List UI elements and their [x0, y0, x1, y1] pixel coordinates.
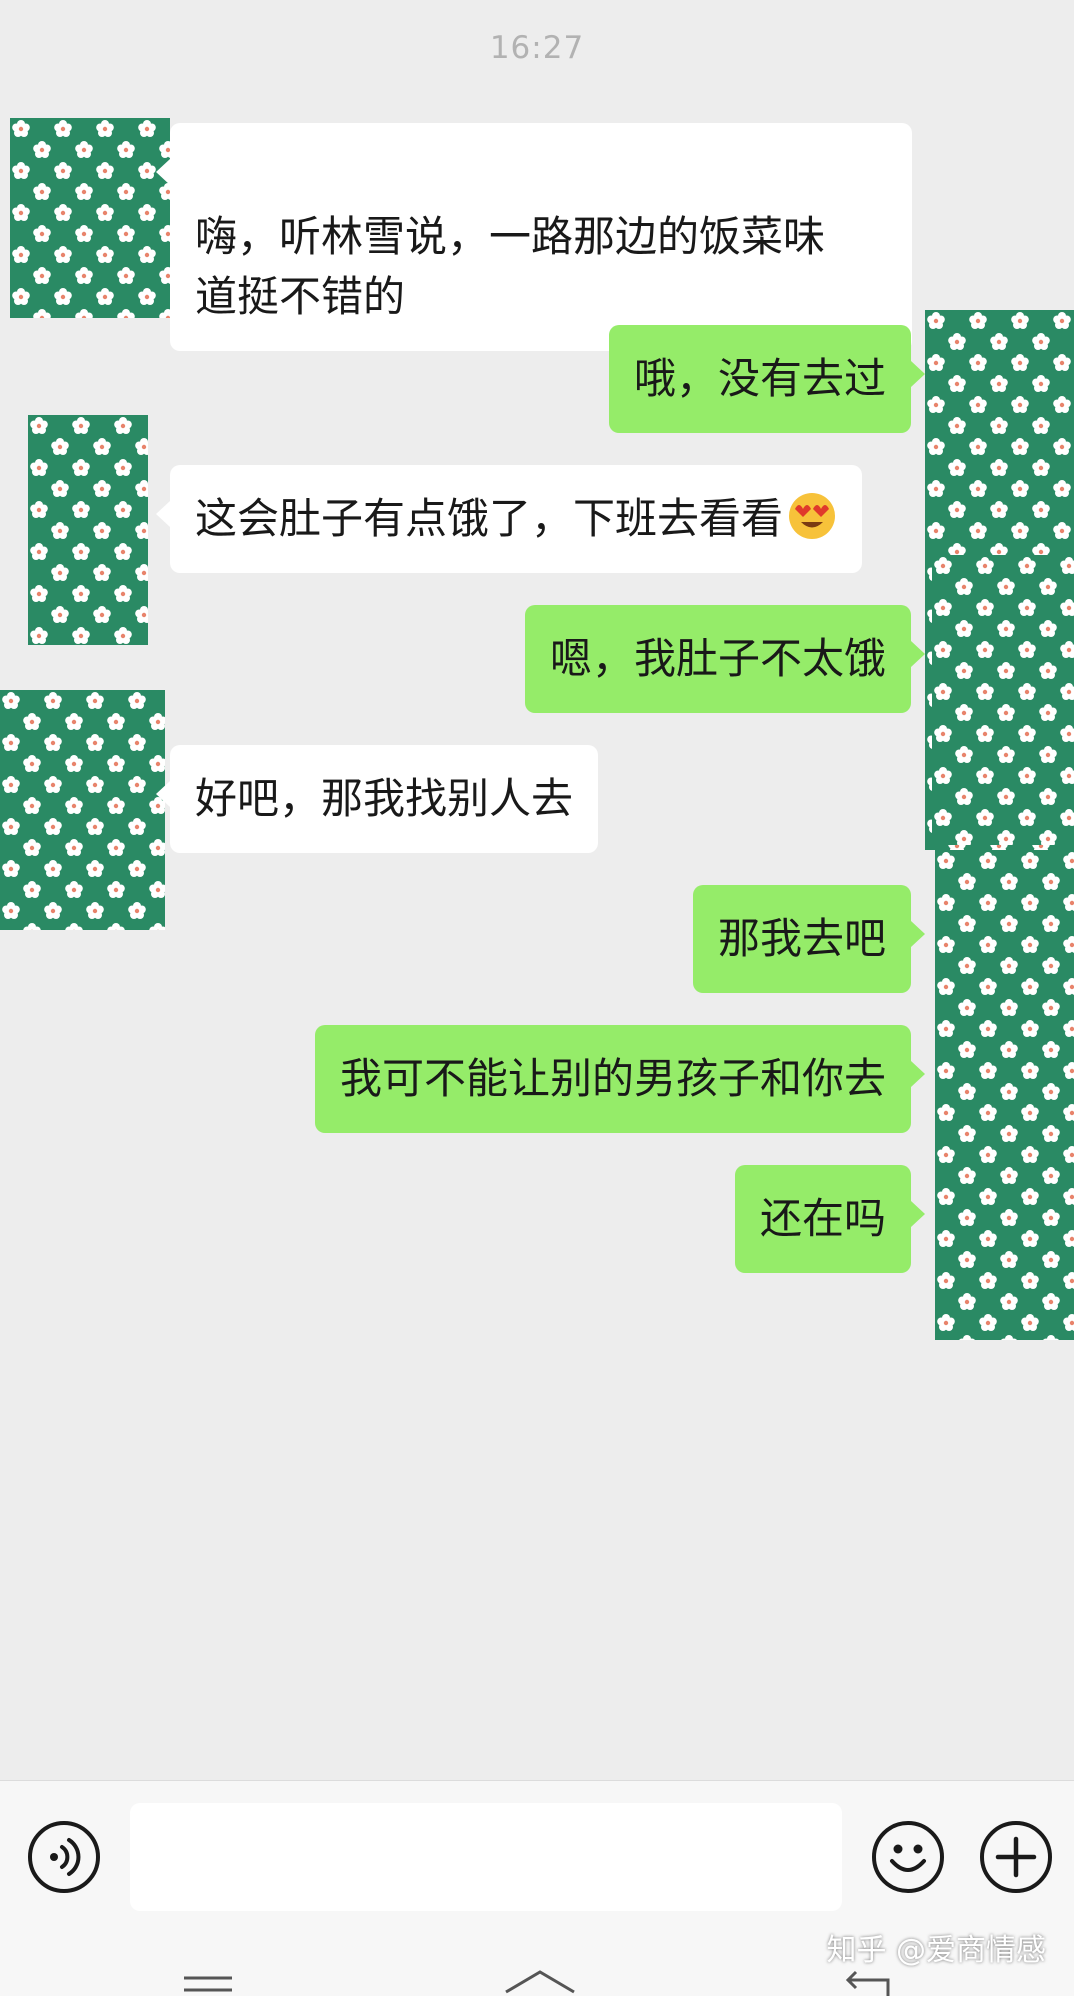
emoji-button[interactable] [872, 1821, 944, 1893]
my-avatar[interactable] [932, 555, 1074, 845]
message-text: 还在吗 [759, 1194, 886, 1243]
chat-input-bar [0, 1780, 1074, 1936]
message-text: 那我去吧 [717, 914, 886, 963]
message-text: 好吧，那我找别人去 [195, 774, 574, 823]
menu-nav-button[interactable] [180, 1972, 236, 1996]
message-text: 嗨，听林雪说，一路那边的饭菜味 道挺不错的 [195, 212, 826, 321]
message-bubble-incoming[interactable]: 好吧，那我找别人去 [155, 745, 599, 853]
contact-avatar[interactable] [10, 118, 170, 318]
chevron-up-icon [505, 1970, 575, 1994]
menu-lines-icon [184, 1976, 232, 1992]
message-bubble-outgoing[interactable]: 哦，没有去过 [608, 325, 926, 433]
watermark-text: 知乎 @爱商情感 [826, 1933, 1046, 1968]
message-text: 嗯，我肚子不太饿 [549, 634, 886, 683]
message-bubble-outgoing[interactable]: 那我去吧 [692, 885, 926, 993]
plus-icon [995, 1836, 1037, 1878]
message-text: 哦，没有去过 [633, 354, 886, 403]
contact-avatar[interactable] [28, 415, 148, 645]
back-nav-button[interactable] [838, 1966, 898, 1996]
message-bubble-outgoing[interactable]: 还在吗 [734, 1165, 926, 1273]
message-bubble-outgoing[interactable]: 我可不能让别的男孩子和你去 [314, 1025, 926, 1133]
my-avatar[interactable] [935, 850, 1074, 1340]
smiley-icon [890, 1844, 926, 1872]
message-text: 我可不能让别的男孩子和你去 [339, 1054, 886, 1103]
chat-screen: 16:27 嗨，听林雪说，一路那边的饭菜味 道挺不错的 哦，没有去过 这会肚子有… [0, 0, 1074, 1996]
message-timestamp: 16:27 [489, 30, 585, 66]
message-bubble-incoming[interactable]: 嗨，听林雪说，一路那边的饭菜味 道挺不错的 [156, 123, 912, 351]
voice-button[interactable] [28, 1821, 100, 1893]
more-button[interactable] [980, 1821, 1052, 1893]
home-nav-button[interactable] [500, 1966, 580, 1996]
message-input[interactable] [130, 1803, 842, 1911]
contact-avatar[interactable] [0, 690, 165, 930]
heart-eyes-emoji [787, 491, 837, 541]
back-arrow-icon [845, 1970, 890, 1996]
message-bubble-outgoing[interactable]: 嗯，我肚子不太饿 [524, 605, 926, 713]
voice-icon [50, 1838, 81, 1876]
message-bubble-incoming[interactable]: 这会肚子有点饿了，下班去看看 [155, 465, 863, 573]
message-text: 这会肚子有点饿了，下班去看看 [195, 494, 784, 543]
